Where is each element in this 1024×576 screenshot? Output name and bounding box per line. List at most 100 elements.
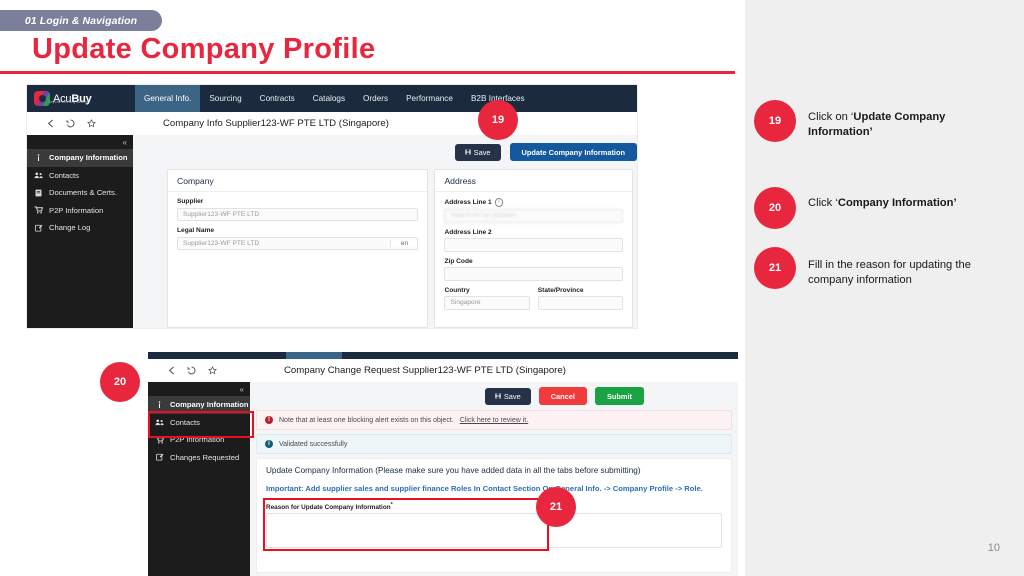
star-icon[interactable] (87, 119, 96, 128)
reason-for-update-textarea[interactable] (266, 513, 722, 549)
legal-name-value: Supplier123-WF PTE LTD (183, 239, 260, 247)
annotation-20-emphasis: Company Information (837, 197, 954, 209)
highlight-box-company-information (148, 411, 254, 438)
main-content: Save Cancel Submit ! Note that at least … (250, 382, 738, 576)
legal-name-label: Legal Name (177, 227, 215, 234)
action-bar: Save Update Company Information (133, 135, 637, 169)
screenshot-company-change-request: Company Change Request Supplier123-WF PT… (148, 352, 738, 576)
breadcrumb-icon-group (27, 119, 135, 128)
legal-name-field[interactable]: Supplier123-WF PTE LTD en (177, 236, 419, 250)
update-company-information-panel: Update Company Information (Please make … (256, 458, 732, 573)
tab-performance[interactable]: Performance (397, 85, 462, 112)
save-disk-icon (495, 392, 501, 401)
edit-icon (155, 453, 164, 461)
breadcrumb-title: Company Info Supplier123-WF PTE LTD (Sin… (163, 118, 389, 129)
annotation-19-quote-close: ’ (869, 125, 873, 138)
annotation-text-20: Click ‘Company Information’ (808, 196, 1018, 211)
save-button[interactable]: Save (484, 387, 531, 405)
blocking-alert-text: Note that at least one blocking alert ex… (279, 416, 454, 424)
legal-name-locale-suffix[interactable]: en (390, 239, 418, 247)
company-card-header: Company (168, 170, 428, 192)
contacts-icon (34, 172, 43, 179)
main-nav-tabs: General Info. Sourcing Contracts Catalog… (135, 85, 534, 112)
sidebar-item-label: P2P Information (49, 205, 104, 215)
history-icon[interactable] (66, 119, 75, 128)
star-icon[interactable] (208, 366, 217, 375)
sidenav-collapse-icon[interactable]: « (148, 382, 250, 396)
step-badge-21-overlay: 21 (536, 487, 576, 527)
breadcrumb: Company Info Supplier123-WF PTE LTD (Sin… (27, 112, 637, 136)
tab-general-info[interactable]: General Info. (135, 85, 201, 112)
address-card-body: Address Line 1 i Search for an address..… (435, 192, 632, 316)
address-line-2-label: Address Line 2 (444, 228, 492, 236)
step-badge-19: 19 (754, 100, 796, 142)
annotation-20-quote-close: ’ (953, 197, 957, 209)
submit-button[interactable]: Submit (594, 387, 644, 405)
info-tooltip-icon[interactable]: i (494, 198, 504, 207)
sidebar-item-contacts[interactable]: Contacts (27, 167, 133, 185)
zip-code-input[interactable] (444, 267, 623, 281)
tab-general-info-highlight (286, 352, 342, 359)
country-label: Country (444, 286, 470, 294)
country-state-row: Country Singapore State/Province (444, 286, 624, 316)
back-arrow-icon[interactable] (168, 366, 175, 375)
screenshot-company-info: AcuBuy beyond sourcing savings General I… (27, 85, 637, 328)
acubuy-logo: AcuBuy (34, 88, 134, 109)
slide-kicker-pill: 01 Login & Navigation (0, 10, 162, 31)
document-icon (34, 189, 43, 197)
annotation-19-prefix: Click on (808, 111, 851, 123)
page-body: « Company Information Contacts P2P Infor… (148, 382, 738, 576)
panel-important-note: Important: Add supplier sales and suppli… (266, 484, 703, 493)
sidebar-item-label: Contacts (49, 170, 79, 180)
sidebar-item-label: Change Log (49, 223, 91, 233)
panel-title: Update Company Information (Please make … (266, 466, 641, 475)
review-alert-link[interactable]: Click here to review it. (460, 417, 528, 424)
state-province-label: State/Province (537, 286, 584, 294)
cancel-button[interactable]: Cancel (538, 387, 587, 405)
update-company-information-button[interactable]: Update Company Information (509, 143, 637, 161)
form-cards: Company Supplier Supplier123-WF PTE LTD … (133, 169, 637, 328)
page-body: « Company Information Contacts Documents… (27, 135, 637, 328)
validation-success-banner: i Validated successfully (256, 434, 732, 454)
sidebar-item-label: Changes Requested (170, 452, 240, 462)
sidebar-item-company-information[interactable]: Company Information (27, 149, 133, 167)
save-button[interactable]: Save (454, 143, 501, 161)
action-bar: Save Cancel Submit (256, 382, 732, 410)
validation-success-text: Validated successfully (279, 440, 348, 448)
breadcrumb-title: Company Change Request Supplier123-WF PT… (284, 365, 566, 376)
left-sidenav: « Company Information Contacts Documents… (27, 135, 133, 328)
supplier-field[interactable]: Supplier123-WF PTE LTD (177, 207, 419, 221)
address-card-header: Address (435, 170, 632, 192)
annotation-panel: 19 Click on ‘Update Company Information’… (745, 0, 1024, 576)
address-line-1-input[interactable]: Search for an address... (444, 209, 623, 223)
page-title: Update Company Profile (32, 33, 376, 65)
annotation-text-19: Click on ‘Update Company Information’ (808, 110, 1008, 140)
state-province-input[interactable] (537, 296, 624, 310)
sidebar-item-documents-certs[interactable]: Documents & Certs. (27, 184, 133, 202)
tab-contracts[interactable]: Contracts (251, 85, 304, 112)
step-badge-19-overlay: 19 (478, 100, 518, 140)
save-button-label: Save (503, 391, 521, 401)
address-line-2-input[interactable] (444, 238, 623, 252)
history-icon[interactable] (187, 366, 196, 375)
country-input[interactable]: Singapore (444, 296, 530, 310)
sidebar-item-change-log[interactable]: Change Log (27, 219, 133, 237)
reason-textarea-label: Reason for Update Company Information* (266, 502, 722, 511)
tab-orders[interactable]: Orders (354, 85, 397, 112)
tab-sourcing[interactable]: Sourcing (200, 85, 250, 112)
sidebar-item-label: Company Information (170, 400, 249, 410)
tab-catalogs[interactable]: Catalogs (304, 85, 354, 112)
sidenav-collapse-icon[interactable]: « (27, 135, 133, 149)
blocking-alert-banner: ! Note that at least one blocking alert … (256, 410, 732, 430)
address-line-1-label: Address Line 1 i (444, 198, 623, 207)
slide-kicker-label: 01 Login & Navigation (24, 14, 138, 27)
sidebar-item-label: Documents & Certs. (49, 188, 117, 198)
step-badge-20-overlay: 20 (100, 362, 140, 402)
required-mark: * (390, 502, 393, 509)
info-icon (155, 400, 164, 409)
sidebar-item-changes-requested[interactable]: Changes Requested (148, 449, 250, 467)
sidebar-item-p2p-information[interactable]: P2P Information (27, 202, 133, 220)
back-arrow-icon[interactable] (47, 119, 54, 128)
slide-content-area: 01 Login & Navigation Update Company Pro… (0, 0, 745, 576)
error-icon: ! (265, 416, 273, 424)
